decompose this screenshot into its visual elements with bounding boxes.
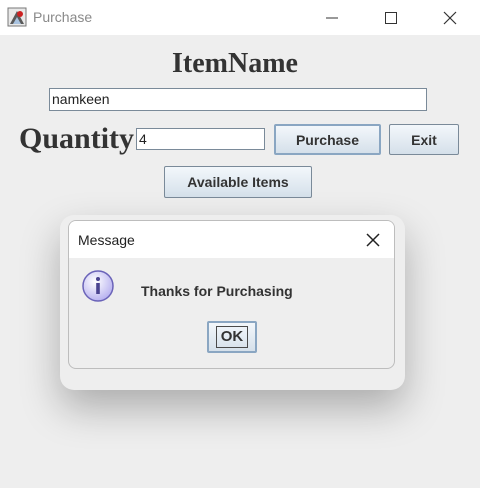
maximize-icon	[385, 11, 397, 24]
minimize-button[interactable]	[308, 0, 356, 35]
ok-button-label: OK	[215, 326, 249, 348]
close-icon	[366, 233, 380, 247]
exit-button[interactable]: Exit	[389, 124, 459, 155]
minimize-icon	[326, 17, 338, 18]
item-name-field[interactable]: namkeen	[49, 88, 427, 111]
exit-button-label: Exit	[411, 131, 437, 148]
dialog-title: Message	[78, 232, 135, 248]
dialog-titlebar: Message	[69, 221, 394, 258]
window-titlebar: Purchase	[0, 0, 480, 35]
quantity-label: Quantity	[19, 122, 135, 155]
info-icon	[82, 270, 114, 302]
ok-button[interactable]: OK	[207, 321, 257, 353]
purchase-button[interactable]: Purchase	[274, 124, 381, 155]
message-dialog: Message Thanks for Purchasing OK	[68, 220, 395, 369]
available-items-button-label: Available Items	[187, 174, 289, 190]
app-icon	[7, 7, 27, 27]
dialog-message: Thanks for Purchasing	[141, 283, 293, 299]
close-icon	[443, 11, 457, 24]
close-button[interactable]	[426, 0, 474, 35]
window-title: Purchase	[33, 9, 93, 25]
purchase-button-label: Purchase	[295, 131, 360, 148]
quantity-field[interactable]: 4	[136, 128, 265, 150]
item-name-heading: ItemName	[172, 48, 298, 79]
available-items-button[interactable]: Available Items	[164, 166, 312, 198]
dialog-close-button[interactable]	[362, 229, 384, 251]
maximize-button[interactable]	[367, 0, 415, 35]
